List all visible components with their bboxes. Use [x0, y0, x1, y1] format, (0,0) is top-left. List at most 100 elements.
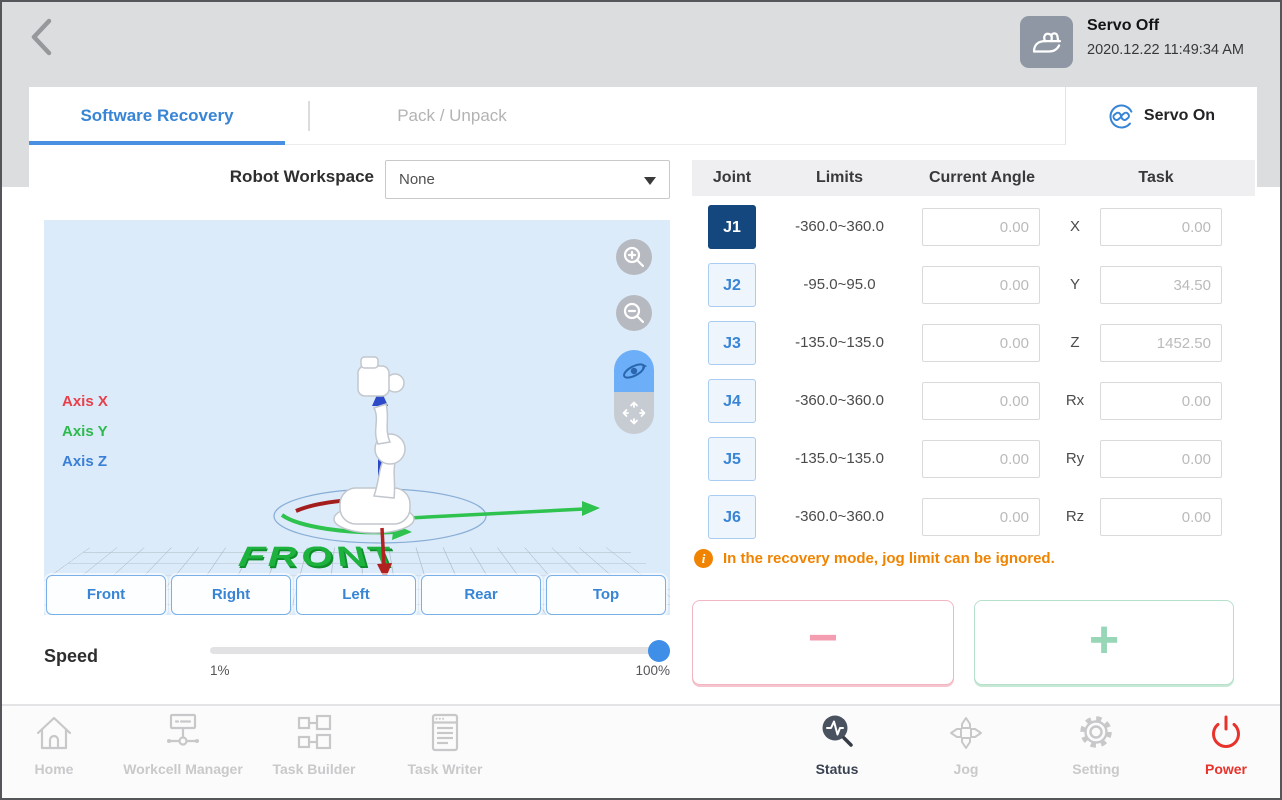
- joint-row-j4: J4 -360.0~360.0 Rx: [2, 379, 1282, 423]
- servo-on-label: Servo On: [1144, 107, 1215, 125]
- recovery-notice-text: In the recovery mode, jog limit can be i…: [723, 550, 1055, 567]
- view-right-button[interactable]: Right: [171, 575, 291, 615]
- minus-glyph: −: [808, 608, 838, 668]
- header-current-angle: Current Angle: [907, 160, 1057, 196]
- nav-power[interactable]: Power: [1151, 710, 1282, 777]
- joint-row-j5: J5 -135.0~135.0 Ry: [2, 437, 1282, 481]
- nav-status-label: Status: [816, 761, 859, 777]
- robot-workspace-label: Robot Workspace: [206, 167, 374, 187]
- robot-pendant-screen: Servo Off 2020.12.22 11:49:34 AM Softwar…: [0, 0, 1282, 800]
- nav-setting-label: Setting: [1072, 761, 1119, 777]
- info-icon: i: [694, 549, 713, 568]
- current-angle-input-j5[interactable]: [922, 440, 1040, 478]
- task-value-input-j1[interactable]: [1100, 208, 1222, 246]
- joint-limits-j1: -360.0~360.0: [772, 205, 907, 249]
- servo-status-text: Servo Off: [1087, 17, 1244, 35]
- task-value-input-j3[interactable]: [1100, 324, 1222, 362]
- joint-limits-j4: -360.0~360.0: [772, 379, 907, 423]
- tab-software-recovery[interactable]: Software Recovery: [29, 87, 285, 145]
- joint-button-j3[interactable]: J3: [708, 321, 756, 365]
- joint-row-j6: J6 -360.0~360.0 Rz: [2, 495, 1282, 539]
- joint-button-j6[interactable]: J6: [708, 495, 756, 539]
- current-angle-input-j4[interactable]: [922, 382, 1040, 420]
- speed-label: Speed: [44, 646, 98, 667]
- chevron-left-icon: [26, 14, 60, 60]
- task-builder-icon: [291, 710, 337, 756]
- nav-jog-label: Jog: [954, 761, 979, 777]
- nav-home-label: Home: [35, 761, 74, 777]
- current-angle-input-j2[interactable]: [922, 266, 1040, 304]
- joint-row-j3: J3 -135.0~135.0 Z: [2, 321, 1282, 365]
- task-writer-icon: [422, 710, 468, 756]
- back-button[interactable]: [26, 14, 60, 60]
- joint-row-j2: J2 -95.0~95.0 Y: [2, 263, 1282, 307]
- speed-max-label: 100%: [622, 663, 670, 678]
- task-value-input-j4[interactable]: [1100, 382, 1222, 420]
- hand-jog-icon: [1028, 23, 1066, 61]
- task-axis-label-j4: Rx: [1056, 379, 1094, 423]
- task-value-input-j5[interactable]: [1100, 440, 1222, 478]
- task-axis-label-j1: X: [1056, 205, 1094, 249]
- servo-status-block: Servo Off 2020.12.22 11:49:34 AM: [1087, 17, 1244, 58]
- settings-gear-icon: [1073, 710, 1119, 756]
- joint-button-j4[interactable]: J4: [708, 379, 756, 423]
- servo-on-button[interactable]: Servo On: [1066, 87, 1257, 145]
- workspace-dropdown[interactable]: None: [385, 160, 670, 199]
- task-value-input-j6[interactable]: [1100, 498, 1222, 536]
- tab-separator: [308, 101, 310, 131]
- servo-on-icon: [1108, 103, 1135, 130]
- view-rear-button[interactable]: Rear: [421, 575, 541, 615]
- task-value-input-j2[interactable]: [1100, 266, 1222, 304]
- current-angle-input-j6[interactable]: [922, 498, 1040, 536]
- workcell-manager-icon: [160, 710, 206, 756]
- nav-task-builder[interactable]: Task Builder: [239, 710, 389, 777]
- plus-glyph: +: [1089, 610, 1119, 670]
- jog-plus-button[interactable]: +: [974, 600, 1234, 685]
- joint-limits-j3: -135.0~135.0: [772, 321, 907, 365]
- view-front-button[interactable]: Front: [46, 575, 166, 615]
- datetime-text: 2020.12.22 11:49:34 AM: [1087, 42, 1244, 58]
- speed-min-label: 1%: [210, 663, 230, 678]
- task-axis-label-j2: Y: [1056, 263, 1094, 307]
- joint-button-j5[interactable]: J5: [708, 437, 756, 481]
- power-icon: [1203, 710, 1249, 756]
- joint-button-j2[interactable]: J2: [708, 263, 756, 307]
- right-margin: [1257, 87, 1282, 187]
- current-angle-input-j1[interactable]: [922, 208, 1040, 246]
- joint-limits-j5: -135.0~135.0: [772, 437, 907, 481]
- jog-dpad-icon: [943, 710, 989, 756]
- workspace-selected-value: None: [399, 171, 435, 188]
- dropdown-caret-icon: [644, 177, 656, 185]
- active-tab-underline: [29, 141, 285, 145]
- nav-workcell-manager[interactable]: Workcell Manager: [108, 710, 258, 777]
- status-icon: [814, 710, 860, 756]
- nav-task-writer[interactable]: Task Writer: [370, 710, 520, 777]
- nav-jog[interactable]: Jog: [891, 710, 1041, 777]
- header-limits: Limits: [772, 160, 907, 196]
- tab-pack-unpack[interactable]: Pack / Unpack: [322, 87, 582, 145]
- joint-limits-j2: -95.0~95.0: [772, 263, 907, 307]
- nav-task-builder-label: Task Builder: [273, 761, 356, 777]
- joint-button-j1[interactable]: J1: [708, 205, 756, 249]
- task-axis-label-j5: Ry: [1056, 437, 1094, 481]
- nav-setting[interactable]: Setting: [1021, 710, 1171, 777]
- task-axis-label-j6: Rz: [1056, 495, 1094, 539]
- speed-slider-track[interactable]: [210, 647, 670, 654]
- header-joint: Joint: [692, 160, 772, 196]
- current-angle-input-j3[interactable]: [922, 324, 1040, 362]
- jog-minus-button[interactable]: −: [692, 600, 954, 685]
- view-top-button[interactable]: Top: [546, 575, 666, 615]
- servo-status-icon: [1020, 16, 1073, 68]
- joint-row-j1: J1 -360.0~360.0 X: [2, 205, 1282, 249]
- home-icon: [31, 710, 77, 756]
- nav-workcell-manager-label: Workcell Manager: [123, 761, 243, 777]
- joint-limits-j6: -360.0~360.0: [772, 495, 907, 539]
- view-left-button[interactable]: Left: [296, 575, 416, 615]
- task-axis-label-j3: Z: [1056, 321, 1094, 365]
- header-task: Task: [1057, 160, 1255, 196]
- nav-power-label: Power: [1205, 761, 1247, 777]
- speed-slider-thumb[interactable]: [648, 640, 670, 662]
- nav-task-writer-label: Task Writer: [408, 761, 483, 777]
- nav-status[interactable]: Status: [762, 710, 912, 777]
- left-margin: [2, 87, 29, 187]
